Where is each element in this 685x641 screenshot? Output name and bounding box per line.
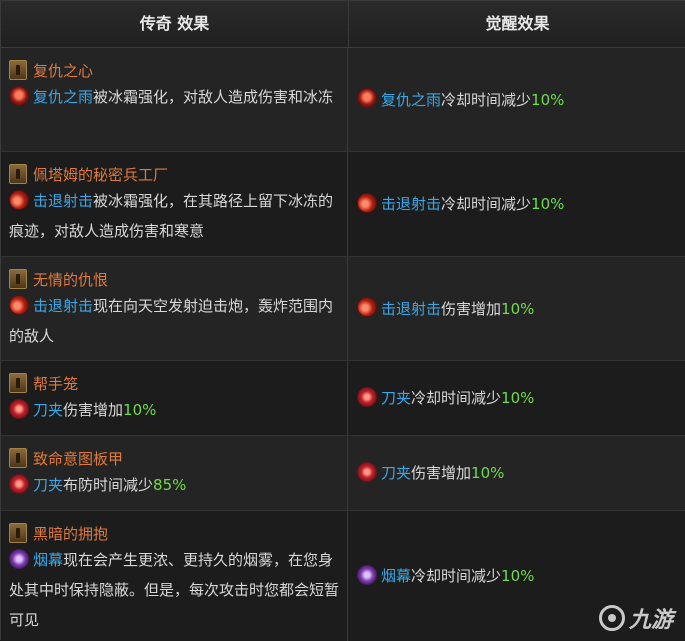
effect-text: 冷却时间减少 [441,195,532,213]
blade-trap-icon [357,386,377,407]
rain-of-vengeance-icon [357,88,377,108]
effect-percent: 10% [501,567,535,585]
awaken-cell: 刀夹冷却时间减少10% [349,361,685,435]
skill-name: 烟幕 [381,567,412,585]
awaken-cell: 刀夹伤害增加10% [349,436,685,510]
table-row: 黑暗的拥抱 烟幕现在会产生更浓、更持久的烟雾，在您身处其中时保持隐蔽。但是，每次… [1,511,685,641]
legendary-name: 无情的仇恨 [33,270,109,289]
skill-name: 击退射击 [33,297,94,315]
knockback-shot-icon [9,189,29,210]
table-row: 无情的仇恨 击退射击现在向天空发射迫击炮，轰炸范围内的敌人 击退射击伤害增加10… [1,257,685,361]
smoke-screen-icon [357,564,377,585]
awaken-description: 烟幕冷却时间减少10% [357,564,535,587]
knockback-shot-icon [9,294,29,315]
effect-text: 被冰霜强化，对敌人造成伤害和冰冻 [93,88,334,106]
awaken-cell: 击退射击冷却时间减少10% [349,152,685,256]
legendary-cell: 复仇之心 复仇之雨被冰霜强化，对敌人造成伤害和冰冻 [1,48,348,151]
table-row: 佩塔姆的秘密兵工厂 击退射击被冰霜强化，在其路径上留下冰冻的痕迹，对敌人造成伤害… [1,152,685,257]
effects-table: 传奇 效果 觉醒效果 复仇之心 复仇之雨被冰霜强化，对敌人造成伤害和冰冻 复仇之… [0,0,685,641]
legendary-item-icon [9,60,27,80]
legendary-item-icon [9,269,27,289]
legendary-item-icon [9,448,27,468]
table-row: 致命意图板甲 刀夹布防时间减少85% 刀夹伤害增加10% [1,436,685,511]
smoke-screen-icon [9,548,29,569]
legendary-cell: 致命意图板甲 刀夹布防时间减少85% [1,436,348,510]
knockback-shot-icon [357,297,377,317]
skill-name: 刀夹 [33,401,64,419]
awaken-effect-header: 觉醒效果 [485,14,550,33]
blade-trap-icon [357,461,377,482]
legendary-item-icon [9,373,27,393]
awaken-description: 复仇之雨冷却时间减少10% [357,88,565,111]
skill-name: 复仇之雨 [33,88,94,106]
effect-percent: 10% [531,195,565,213]
legendary-name: 佩塔姆的秘密兵工厂 [33,165,169,184]
knockback-shot-icon [357,192,377,213]
effect-text: 布防时间减少 [63,476,154,494]
effect-text: 伤害增加 [63,401,124,419]
legendary-description: 击退射击被冰霜强化，在其路径上留下冰冻的痕迹，对敌人造成伤害和寒意 [9,186,341,246]
skill-name: 刀夹 [33,476,64,494]
skill-name: 烟幕 [33,551,64,569]
legendary-description: 刀夹伤害增加10% [9,395,341,425]
skill-name: 复仇之雨 [381,90,442,109]
jiuyou-logo-icon [599,605,625,631]
effect-text: 冷却时间减少 [441,90,532,109]
legendary-description: 烟幕现在会产生更浓、更持久的烟雾，在您身处其中时保持隐蔽。但是，每次攻击时您都会… [9,545,341,635]
legendary-effect-header: 传奇 效果 [1,1,349,47]
effect-text: 伤害增加 [411,464,472,482]
legendary-description: 刀夹布防时间减少85% [9,470,341,500]
skill-name: 击退射击 [33,192,94,210]
legendary-cell: 黑暗的拥抱 烟幕现在会产生更浓、更持久的烟雾，在您身处其中时保持隐蔽。但是，每次… [1,511,348,641]
legendary-description: 击退射击现在向天空发射迫击炮，轰炸范围内的敌人 [9,291,341,351]
table-header: 传奇 效果 觉醒效果 [1,1,685,48]
legendary-name: 黑暗的拥抱 [33,524,109,543]
legendary-cell: 佩塔姆的秘密兵工厂 击退射击被冰霜强化，在其路径上留下冰冻的痕迹，对敌人造成伤害… [1,152,348,256]
watermark: 九游 [599,599,683,637]
effect-text: 伤害增加 [441,299,502,318]
watermark-text: 九游 [629,608,674,633]
table-row: 帮手笼 刀夹伤害增加10% 刀夹冷却时间减少10% [1,361,685,436]
effect-text: 冷却时间减少 [411,567,502,585]
awaken-cell: 击退射击伤害增加10% [349,257,685,360]
skill-name: 刀夹 [381,464,412,482]
effect-percent: 10% [471,464,505,482]
table-row: 复仇之心 复仇之雨被冰霜强化，对敌人造成伤害和冰冻 复仇之雨冷却时间减少10% [1,48,685,152]
legendary-cell: 无情的仇恨 击退射击现在向天空发射迫击炮，轰炸范围内的敌人 [1,257,348,360]
legendary-description: 复仇之雨被冰霜强化，对敌人造成伤害和冰冻 [9,82,341,112]
effect-percent: 10% [531,90,565,109]
legendary-name: 复仇之心 [33,61,94,80]
legendary-name: 致命意图板甲 [33,449,124,468]
legendary-item-icon [9,523,27,543]
awaken-description: 刀夹冷却时间减少10% [357,386,535,409]
legendary-cell: 帮手笼 刀夹伤害增加10% [1,361,348,435]
skill-name: 击退射击 [381,195,442,213]
blade-trap-icon [9,398,29,419]
awaken-description: 击退射击伤害增加10% [357,297,535,320]
effect-percent: 10% [501,389,535,407]
effect-percent: 85% [153,476,187,494]
awaken-cell: 复仇之雨冷却时间减少10% [349,48,685,151]
legendary-item-icon [9,164,27,184]
awaken-description: 刀夹伤害增加10% [357,461,505,484]
legendary-name: 帮手笼 [33,374,79,393]
rain-of-vengeance-icon [9,85,29,106]
blade-trap-icon [9,473,29,494]
skill-name: 击退射击 [381,299,442,318]
effect-text: 冷却时间减少 [411,389,502,407]
effect-percent: 10% [501,299,535,318]
effect-percent: 10% [123,401,157,419]
awaken-description: 击退射击冷却时间减少10% [357,192,565,215]
skill-name: 刀夹 [381,389,412,407]
